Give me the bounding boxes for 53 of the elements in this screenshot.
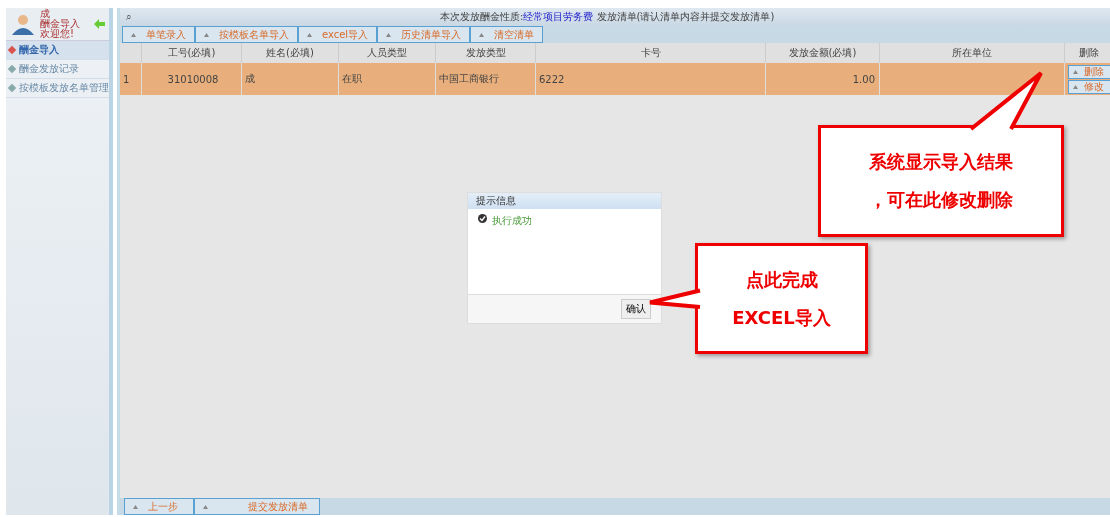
caret-icon [1073,84,1078,89]
caret-icon [479,32,485,37]
row-action-button[interactable]: 修改 [1068,79,1110,94]
search-icon[interactable]: ⌕ [126,11,132,23]
dialog-title: 提示信息 [468,193,661,209]
sidebar-item[interactable]: 酬金发放记录 [6,60,109,79]
person-icon [10,13,36,35]
caret-icon [131,32,136,37]
callout-text: 系统显示导入结果 [869,150,1013,174]
header-text: 本次发放酬金性质:经常项目劳务费 发放清单(请认清单内容并提交发放清单) [440,10,775,24]
user-info-text: 欢迎您! [40,29,74,39]
callout-text: 点此完成 [745,267,818,292]
table-cell: 1.00 [766,63,880,95]
toolbar-button[interactable]: 提交发放清单 [194,498,320,515]
column-header: 删除 [1065,43,1110,63]
caret-icon [204,32,209,37]
row-number: 1 [120,63,142,95]
toolbar-button[interactable]: 历史清单导入 [377,26,471,43]
callout-text: ，可在此修改删除 [869,188,1013,212]
table-cell: 在职 [339,63,436,95]
caret-icon [133,504,138,509]
column-header: 卡号 [536,43,766,63]
column-header [120,43,142,63]
column-header: 姓名(必填) [242,43,339,63]
table-cell: 6222 [536,63,766,95]
caret-icon [386,32,392,37]
nature-link[interactable]: 经常项目劳务费 [523,11,594,22]
toolbar-button[interactable]: 按模板名单导入 [195,26,298,43]
caret-icon [1073,69,1078,74]
confirm-button[interactable]: 确认 [621,299,651,319]
success-message: 执行成功 [492,214,532,228]
column-header: 工号(必填) [142,43,242,63]
table-cell: 中国工商银行 [436,63,536,95]
user-info-text: 成 [40,9,50,19]
arrow-icon[interactable] [94,19,105,29]
toolbar-button[interactable]: 单笔录入 [122,26,195,43]
table-cell: 31010008 [142,63,242,95]
column-header: 人员类型 [339,43,436,63]
toolbar-button[interactable]: 清空清单 [470,26,544,43]
table-cell: 成 [242,63,339,95]
sidebar-item[interactable]: 酬金导入 [6,41,109,60]
row-action-button[interactable]: 删除 [1068,64,1110,79]
sidebar-item[interactable]: 按模板发放名单管理 [6,79,109,98]
user-info-text: 酬金导入 [40,19,81,29]
toolbar-button[interactable]: excel导入 [298,26,378,43]
column-header: 发放类型 [436,43,536,63]
column-header: 所在单位 [880,43,1065,63]
callout-text: EXCEL导入 [732,305,831,330]
caret-icon [307,32,312,37]
column-header: 发放金额(必填) [766,43,880,63]
caret-icon [203,504,208,509]
check-icon [478,214,487,223]
toolbar-button[interactable]: 上一步 [124,498,194,515]
